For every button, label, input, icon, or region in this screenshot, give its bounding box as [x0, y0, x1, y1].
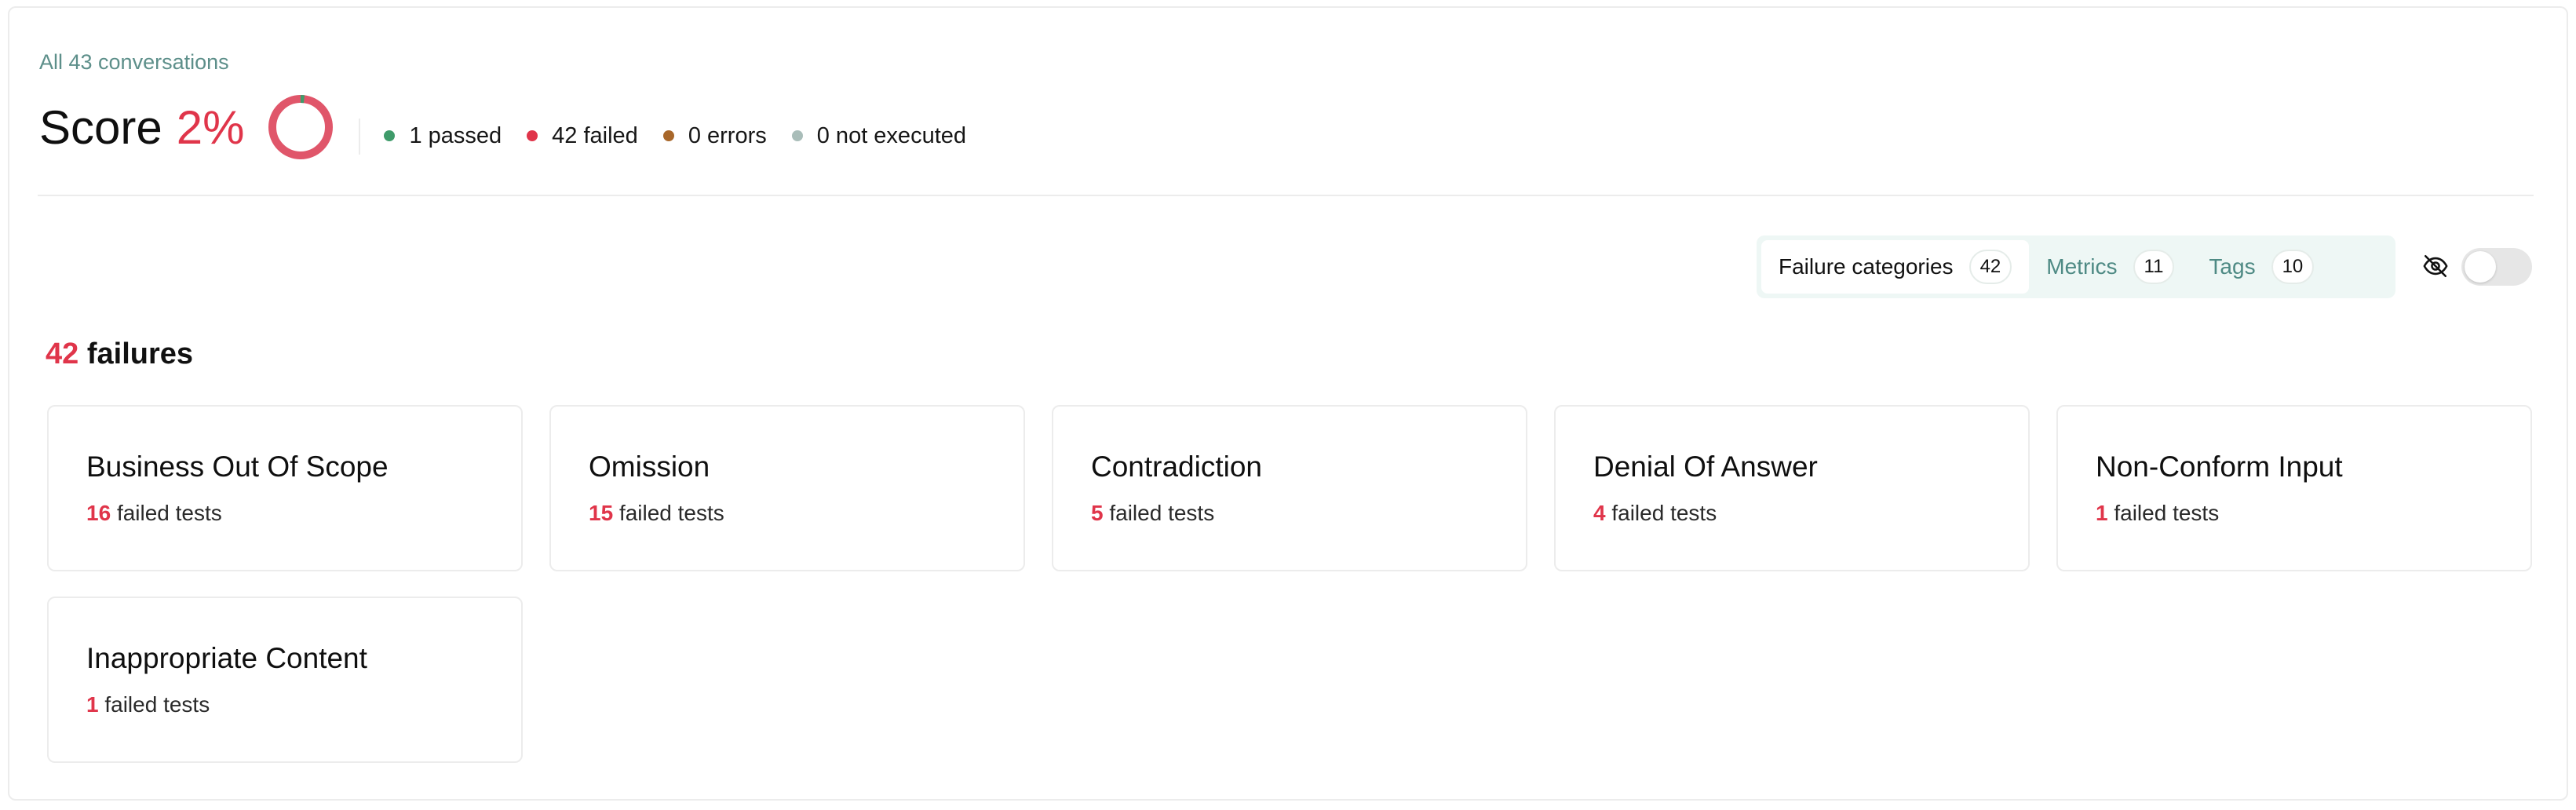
category-title: Business Out Of Scope — [86, 451, 389, 483]
category-card-non-conform-input[interactable]: Non-Conform Input 1 failed tests — [2056, 405, 2532, 571]
category-card-business-out-of-scope[interactable]: Business Out Of Scope 16 failed tests — [47, 405, 523, 571]
score-label: Score — [39, 100, 162, 154]
failed-count-number: 15 — [589, 501, 614, 525]
score-value: 2% — [176, 100, 245, 154]
conversation-scope-label: All 43 conversations — [39, 50, 229, 74]
legend-item-not-executed: 0 not executed — [791, 122, 967, 149]
legend-label-passed: 1 passed — [409, 122, 502, 148]
category-failed-count: 5 failed tests — [1091, 501, 1526, 526]
failed-count-suffix: failed tests — [1109, 501, 1215, 525]
legend-item-failed: 42 failed — [527, 123, 638, 149]
failed-count-number: 1 — [2096, 501, 2108, 525]
category-card-contradiction[interactable]: Contradiction 5 failed tests — [1052, 405, 1527, 571]
category-title: Denial Of Answer — [1593, 451, 1818, 483]
passed-dot-icon — [384, 130, 396, 141]
category-title: Contradiction — [1091, 451, 1263, 483]
failed-dot-icon — [527, 130, 538, 141]
donut-failed-ring — [268, 95, 334, 159]
tab-label: Metrics — [2046, 254, 2118, 279]
failures-heading: 42 failures — [46, 338, 193, 371]
category-card-inappropriate-content[interactable]: Inappropriate Content 1 failed tests — [47, 597, 523, 763]
category-failed-count: 4 failed tests — [1593, 501, 2028, 526]
tab-metrics[interactable]: Metrics 11 — [2029, 240, 2191, 294]
error-dot-icon — [662, 130, 674, 141]
view-tabs: Failure categories 42 Metrics 11 Tags 10 — [1757, 235, 2395, 298]
category-title: Inappropriate Content — [86, 642, 367, 674]
tab-label: Failure categories — [1779, 254, 1954, 279]
failed-count-suffix: failed tests — [116, 501, 222, 525]
section-divider — [38, 195, 2534, 196]
score-donut-chart — [268, 95, 334, 159]
tab-count-badge: 10 — [2271, 250, 2315, 284]
failed-count-number: 1 — [86, 692, 99, 717]
category-failed-count: 15 failed tests — [589, 501, 1023, 526]
not-executed-dot-icon — [791, 130, 803, 141]
eye-off-icon[interactable] — [2422, 253, 2449, 279]
failed-count-number: 16 — [86, 501, 111, 525]
failed-count-suffix: failed tests — [618, 501, 724, 525]
failures-count: 42 — [46, 338, 79, 370]
category-failed-count: 1 failed tests — [2096, 501, 2530, 526]
status-legend: 1 passed 42 failed 0 errors 0 not execut… — [384, 123, 991, 149]
legend-item-errors: 0 errors — [662, 122, 767, 149]
category-title: Non-Conform Input — [2096, 451, 2343, 483]
score-row: Score 2% 1 passed 42 failed 0 errors 0 n… — [39, 88, 991, 166]
failed-count-number: 4 — [1593, 501, 1606, 525]
hide-toggle-switch[interactable] — [2461, 248, 2532, 286]
failed-count-suffix: failed tests — [2114, 501, 2220, 525]
tab-count-badge: 42 — [1968, 250, 2012, 284]
tab-count-badge: 11 — [2133, 250, 2175, 284]
failure-category-grid: Business Out Of Scope 16 failed tests Om… — [47, 405, 2532, 763]
failed-count-number: 5 — [1091, 501, 1104, 525]
legend-label-not-executed: 0 not executed — [816, 122, 967, 148]
score-divider — [359, 119, 361, 155]
failed-count-suffix: failed tests — [1611, 501, 1717, 525]
tab-tags[interactable]: Tags 10 — [2191, 240, 2331, 294]
failed-count-suffix: failed tests — [104, 692, 210, 717]
legend-item-passed: 1 passed — [384, 123, 502, 149]
tab-failure-categories[interactable]: Failure categories 42 — [1761, 240, 2030, 294]
legend-label-errors: 0 errors — [688, 122, 767, 148]
toggle-knob — [2465, 251, 2496, 283]
legend-label-failed: 42 failed — [552, 122, 638, 148]
category-failed-count: 16 failed tests — [86, 501, 521, 526]
category-failed-count: 1 failed tests — [86, 692, 521, 717]
category-card-denial-of-answer[interactable]: Denial Of Answer 4 failed tests — [1554, 405, 2030, 571]
category-card-omission[interactable]: Omission 15 failed tests — [549, 405, 1025, 571]
tab-label: Tags — [2209, 254, 2256, 279]
category-title: Omission — [589, 451, 710, 483]
failures-label: failures — [86, 338, 194, 370]
